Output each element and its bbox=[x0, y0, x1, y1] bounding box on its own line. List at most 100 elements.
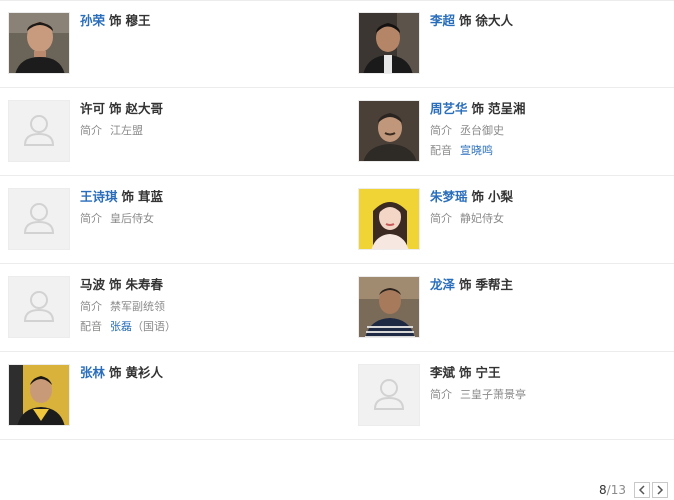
role-connector: 饰 bbox=[109, 101, 122, 116]
page-indicator: 8/13 bbox=[599, 481, 626, 499]
dub-actor-link[interactable]: 张磊 bbox=[110, 320, 132, 333]
role-name: 茸蓝 bbox=[138, 189, 164, 204]
role-name: 季帮主 bbox=[475, 277, 514, 292]
actor-name-link[interactable]: 周艺华 bbox=[430, 101, 468, 116]
actor-photo[interactable] bbox=[358, 276, 420, 338]
role-name: 小梨 bbox=[488, 189, 514, 204]
intro-line: 简介 丞台御史 bbox=[430, 124, 670, 138]
dub-label: 配音 bbox=[430, 144, 452, 157]
chevron-right-icon bbox=[657, 485, 664, 495]
cast-card: 王诗琪饰茸蓝 简介 皇后侍女 bbox=[8, 188, 328, 252]
name-line: 张林饰黄衫人 bbox=[80, 364, 320, 382]
intro-label: 简介 bbox=[80, 212, 102, 225]
actor-photo[interactable] bbox=[8, 364, 70, 426]
cast-info: 龙泽饰季帮主 bbox=[430, 276, 670, 294]
name-line: 朱梦瑶饰小梨 bbox=[430, 188, 670, 206]
prev-page-button[interactable] bbox=[634, 482, 650, 498]
name-line: 马波饰朱寿春 bbox=[80, 276, 320, 294]
user-silhouette-icon bbox=[23, 291, 55, 322]
intro-text: 静妃侍女 bbox=[460, 212, 504, 225]
placeholder-avatar bbox=[8, 276, 70, 338]
cast-info: 李超饰徐大人 bbox=[430, 12, 670, 30]
actor-photo[interactable] bbox=[358, 188, 420, 250]
name-line: 许可饰赵大哥 bbox=[80, 100, 320, 118]
cast-info: 孙荣饰穆王 bbox=[80, 12, 320, 30]
user-silhouette-icon bbox=[373, 379, 405, 410]
intro-text: 江左盟 bbox=[110, 124, 143, 137]
name-line: 孙荣饰穆王 bbox=[80, 12, 320, 30]
actor-photo[interactable] bbox=[358, 12, 420, 74]
dub-actor-link[interactable]: 宣晓鸣 bbox=[460, 144, 493, 157]
intro-line: 简介 静妃侍女 bbox=[430, 212, 670, 226]
cast-info: 朱梦瑶饰小梨 简介 静妃侍女 bbox=[430, 188, 670, 226]
intro-text: 丞台御史 bbox=[460, 124, 504, 137]
dub-language-note: （国语） bbox=[132, 320, 176, 333]
intro-label: 简介 bbox=[80, 124, 102, 137]
intro-text: 禁军副统领 bbox=[110, 300, 165, 313]
cast-row: 孙荣饰穆王 李超饰徐大人 bbox=[0, 0, 674, 88]
cast-card: 李斌饰宁王 简介 三皇子萧景亭 bbox=[358, 364, 674, 428]
cast-info: 李斌饰宁王 简介 三皇子萧景亭 bbox=[430, 364, 670, 402]
current-page: 8 bbox=[599, 483, 607, 497]
dub-line: 配音 张磊（国语） bbox=[80, 320, 320, 334]
actor-name-link[interactable]: 王诗琪 bbox=[80, 189, 118, 204]
role-connector: 饰 bbox=[109, 13, 122, 28]
cast-card: 许可饰赵大哥 简介 江左盟 bbox=[8, 100, 328, 164]
user-silhouette-icon bbox=[23, 203, 55, 234]
role-name: 穆王 bbox=[125, 13, 151, 28]
chevron-left-icon bbox=[638, 485, 645, 495]
role-name: 朱寿春 bbox=[125, 277, 164, 292]
cast-card: 朱梦瑶饰小梨 简介 静妃侍女 bbox=[358, 188, 674, 252]
cast-info: 周艺华饰范呈湘 简介 丞台御史 配音 宣晓鸣 bbox=[430, 100, 670, 158]
divider bbox=[0, 439, 674, 440]
cast-card: 龙泽饰季帮主 bbox=[358, 276, 674, 340]
intro-label: 简介 bbox=[430, 124, 452, 137]
next-page-button[interactable] bbox=[652, 482, 668, 498]
role-connector: 饰 bbox=[471, 101, 485, 116]
actor-photo[interactable] bbox=[358, 100, 420, 162]
role-connector: 饰 bbox=[109, 365, 122, 380]
intro-label: 简介 bbox=[430, 212, 452, 225]
cast-card: 张林饰黄衫人 bbox=[8, 364, 328, 428]
actor-name-link[interactable]: 张林 bbox=[80, 365, 105, 380]
name-line: 王诗琪饰茸蓝 bbox=[80, 188, 320, 206]
actor-name-link[interactable]: 李超 bbox=[430, 13, 455, 28]
actor-name-link[interactable]: 朱梦瑶 bbox=[430, 189, 468, 204]
role-connector: 饰 bbox=[121, 189, 135, 204]
name-line: 李超饰徐大人 bbox=[430, 12, 670, 30]
intro-label: 简介 bbox=[430, 388, 452, 401]
role-connector: 饰 bbox=[109, 277, 122, 292]
actor-photo[interactable] bbox=[8, 12, 70, 74]
intro-line: 简介 江左盟 bbox=[80, 124, 320, 138]
intro-line: 简介 皇后侍女 bbox=[80, 212, 320, 226]
placeholder-avatar bbox=[8, 100, 70, 162]
placeholder-avatar bbox=[8, 188, 70, 250]
intro-label: 简介 bbox=[80, 300, 102, 313]
cast-card: 李超饰徐大人 bbox=[358, 12, 674, 76]
intro-text: 皇后侍女 bbox=[110, 212, 154, 225]
user-silhouette-icon bbox=[23, 115, 55, 146]
cast-info: 马波饰朱寿春 简介 禁军副统领 配音 张磊（国语） bbox=[80, 276, 320, 334]
intro-text: 三皇子萧景亭 bbox=[460, 388, 526, 401]
intro-line: 简介 禁军副统领 bbox=[80, 300, 320, 314]
cast-info: 王诗琪饰茸蓝 简介 皇后侍女 bbox=[80, 188, 320, 226]
name-line: 周艺华饰范呈湘 bbox=[430, 100, 670, 118]
actor-name-link[interactable]: 龙泽 bbox=[430, 277, 455, 292]
cast-card: 马波饰朱寿春 简介 禁军副统领 配音 张磊（国语） bbox=[8, 276, 328, 340]
role-connector: 饰 bbox=[471, 189, 485, 204]
role-name: 宁王 bbox=[475, 365, 501, 380]
cast-row: 马波饰朱寿春 简介 禁军副统领 配音 张磊（国语） 龙泽 饰 季帮主 bbox=[0, 264, 674, 352]
actor-name: 马波 bbox=[80, 277, 106, 292]
role-connector: 饰 bbox=[459, 13, 472, 28]
cast-card: 孙荣饰穆王 bbox=[8, 12, 328, 76]
role-connector: 饰 bbox=[459, 365, 472, 380]
role-name: 黄衫人 bbox=[125, 365, 164, 380]
dub-label: 配音 bbox=[80, 320, 102, 333]
role-name: 范呈湘 bbox=[488, 101, 526, 116]
total-pages: 13 bbox=[610, 483, 626, 497]
cast-info: 张林饰黄衫人 bbox=[80, 364, 320, 382]
actor-name: 许可 bbox=[80, 101, 106, 116]
actor-name-link[interactable]: 孙荣 bbox=[80, 13, 105, 28]
cast-row: 张林饰黄衫人 李斌饰宁王 简介 三皇子萧景亭 bbox=[0, 352, 674, 440]
name-line: 李斌饰宁王 bbox=[430, 364, 670, 382]
